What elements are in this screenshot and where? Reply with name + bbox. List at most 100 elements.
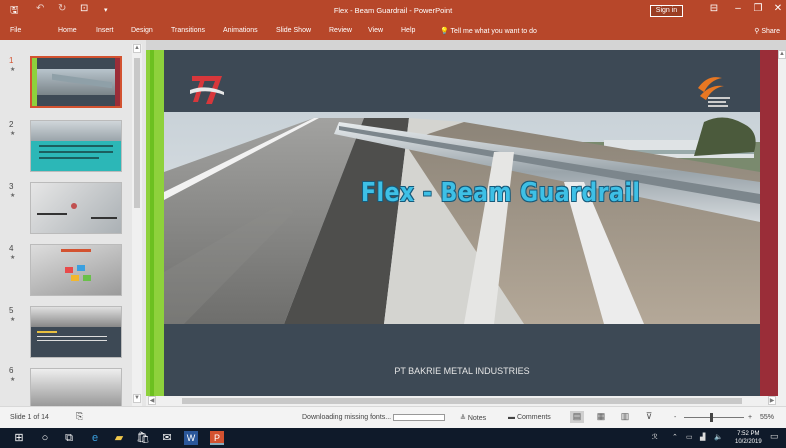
scrollbar-thumb[interactable] xyxy=(182,398,742,404)
slide-title[interactable]: Flex - Beam Guardrail xyxy=(361,178,640,208)
mail-icon[interactable]: ✉ xyxy=(160,431,174,445)
transition-star-icon: ★ xyxy=(10,193,16,199)
slide-thumbnail-6[interactable] xyxy=(30,368,122,406)
slide-number: 6 xyxy=(9,366,14,375)
red-accent-bar xyxy=(760,50,778,398)
windows-start-icon[interactable]: ⊞ xyxy=(12,431,26,445)
share-label: Share xyxy=(761,28,780,35)
scroll-up-arrow-icon[interactable]: ▲ xyxy=(133,44,141,53)
notes-button[interactable]: ≜ Notes xyxy=(460,414,486,422)
tab-file[interactable]: File xyxy=(10,27,21,34)
transition-star-icon: ★ xyxy=(10,317,16,323)
windows-taskbar: ⊞ ○ ⧉ e ▰ 🛍 ✉ W P ℛ ⌃ ▭ ▟ 🔈 7:52 PM 10/2… xyxy=(0,428,786,448)
slide-show-view-icon[interactable]: ⊽ xyxy=(642,411,656,423)
status-bar: Slide 1 of 14 ⎘ Downloading missing font… xyxy=(0,406,786,428)
transition-star-icon: ★ xyxy=(10,255,16,261)
scroll-right-arrow-icon[interactable]: ▶ xyxy=(768,396,776,405)
store-icon[interactable]: 🛍 xyxy=(136,431,150,445)
company-logo xyxy=(698,77,730,107)
edge-browser-icon[interactable]: e xyxy=(88,431,102,445)
share-button[interactable]: ⚲ Share xyxy=(754,27,780,35)
task-view-icon[interactable]: ⧉ xyxy=(62,431,76,445)
file-explorer-icon[interactable]: ▰ xyxy=(112,431,126,445)
tab-insert[interactable]: Insert xyxy=(96,27,114,34)
thumbnail-scrollbar[interactable]: ▲ ▼ xyxy=(132,44,142,406)
slide-thumbnail-2[interactable] xyxy=(30,120,122,172)
title-bar: 🖫 ↶ ↻ ⊡ ▾ Flex - Beam Guardrail - PowerP… xyxy=(0,0,786,22)
ribbon-display-options-icon[interactable]: ⊟ xyxy=(704,3,724,14)
spell-check-icon[interactable]: ⎘ xyxy=(76,411,83,422)
zoom-slider-thumb[interactable] xyxy=(710,413,713,422)
zoom-in-button[interactable]: + xyxy=(748,414,752,421)
word-icon[interactable]: W xyxy=(184,431,198,445)
notifications-icon[interactable]: ▭ xyxy=(770,431,779,442)
tray-chevron-icon[interactable]: ⌃ xyxy=(672,433,678,441)
anniversary-logo xyxy=(190,76,224,104)
tab-design[interactable]: Design xyxy=(131,27,153,34)
ribbon-tabs: File Home Insert Design Transitions Anim… xyxy=(0,22,786,40)
reading-view-icon[interactable]: ▥ xyxy=(618,411,632,423)
sign-in-button[interactable]: Sign in xyxy=(650,5,683,17)
tell-me-label: Tell me what you want to do xyxy=(450,28,537,35)
slide-number: 1 xyxy=(9,56,14,65)
battery-icon[interactable]: ▭ xyxy=(686,433,693,441)
slide-number: 4 xyxy=(9,244,14,253)
lime-accent-stripe xyxy=(150,50,154,398)
slide-number: 2 xyxy=(9,120,14,129)
zoom-level[interactable]: 55% xyxy=(760,414,774,421)
slide-company-name[interactable]: PT BAKRIE METAL INDUSTRIES xyxy=(164,366,760,376)
transition-star-icon: ★ xyxy=(10,377,16,383)
tab-review[interactable]: Review xyxy=(329,27,352,34)
scroll-up-arrow-icon[interactable]: ▲ xyxy=(778,50,786,59)
maximize-button[interactable]: ❐ xyxy=(748,3,768,14)
notes-icon: ≜ xyxy=(460,415,468,422)
slide-vertical-scrollbar[interactable]: ▲ xyxy=(778,50,786,406)
close-button[interactable]: ✕ xyxy=(768,3,786,14)
slide-number: 3 xyxy=(9,182,14,191)
scrollbar-thumb[interactable] xyxy=(134,58,140,208)
comments-label: Comments xyxy=(516,414,551,421)
slide-thumbnail-4[interactable] xyxy=(30,244,122,296)
tab-home[interactable]: Home xyxy=(58,27,77,34)
clock-time: 7:52 PM xyxy=(737,431,760,437)
slide-thumbnail-5[interactable] xyxy=(30,306,122,358)
clock-date: 10/2/2019 xyxy=(735,439,762,445)
notes-label: Notes xyxy=(467,415,487,422)
tab-animations[interactable]: Animations xyxy=(223,27,258,34)
lightbulb-icon: 💡 xyxy=(440,28,451,35)
minimize-button[interactable]: – xyxy=(728,3,748,14)
slide-counter: Slide 1 of 14 xyxy=(10,414,49,421)
normal-view-icon[interactable]: ▤ xyxy=(570,411,584,423)
search-icon[interactable]: ○ xyxy=(38,431,52,445)
network-icon[interactable]: ▟ xyxy=(700,433,705,441)
tab-transitions[interactable]: Transitions xyxy=(171,27,205,34)
transition-star-icon: ★ xyxy=(10,131,16,137)
zoom-slider-track[interactable] xyxy=(684,417,744,418)
slide-editing-area: Flex - Beam Guardrail PT BAKRIE METAL IN… xyxy=(146,40,786,406)
system-clock[interactable]: 7:52 PM 10/2/2019 xyxy=(735,430,762,446)
horizontal-scrollbar[interactable]: ◀ ▶ xyxy=(146,396,778,406)
scroll-left-arrow-icon[interactable]: ◀ xyxy=(148,396,156,405)
download-progress-bar xyxy=(393,414,445,421)
slide-sorter-view-icon[interactable]: ▦ xyxy=(594,411,608,423)
lime-accent-bar xyxy=(146,50,164,398)
comments-button[interactable]: ▬ Comments xyxy=(508,414,551,421)
comment-icon: ▬ xyxy=(508,414,517,421)
slide-number: 5 xyxy=(9,306,14,315)
scroll-down-arrow-icon[interactable]: ▼ xyxy=(133,394,141,403)
tab-slide-show[interactable]: Slide Show xyxy=(276,27,311,34)
slide-thumbnail-3[interactable] xyxy=(30,182,122,234)
volume-icon[interactable]: 🔈 xyxy=(714,433,723,441)
tab-help[interactable]: Help xyxy=(401,27,415,34)
slide-thumbnail-1[interactable] xyxy=(30,56,122,108)
tell-me-search[interactable]: 💡 Tell me what you want to do xyxy=(440,27,537,35)
transition-star-icon: ★ xyxy=(10,67,16,73)
slide-thumbnail-pane: 1 ★ 2 ★ 3 ★ 4 ★ 5 ★ 6 ★ xyxy=(0,40,148,406)
guardrail-photo xyxy=(164,112,760,324)
tab-view[interactable]: View xyxy=(368,27,383,34)
powerpoint-icon[interactable]: P xyxy=(210,431,224,445)
zoom-out-button[interactable]: - xyxy=(674,414,676,421)
people-icon[interactable]: ℛ xyxy=(652,433,658,441)
download-status: Downloading missing fonts... xyxy=(302,414,392,421)
current-slide[interactable]: Flex - Beam Guardrail PT BAKRIE METAL IN… xyxy=(146,50,786,428)
